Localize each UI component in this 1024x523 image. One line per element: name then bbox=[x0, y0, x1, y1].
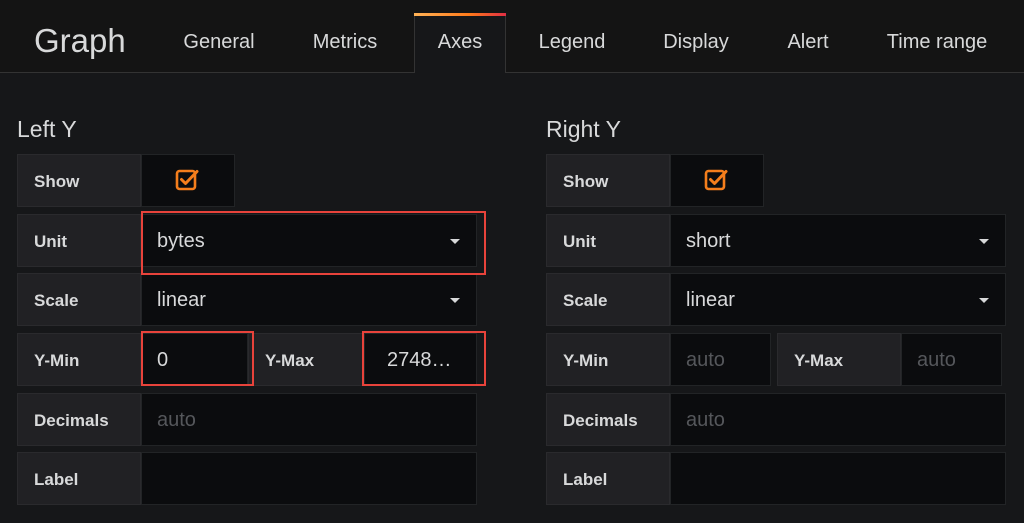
left-y-title: Left Y bbox=[17, 116, 77, 142]
right-scale-label: Scale bbox=[546, 273, 670, 326]
left-label-label: Label bbox=[17, 452, 141, 505]
left-unit-value: bytes bbox=[157, 230, 205, 252]
right-ymin-input[interactable]: auto bbox=[670, 333, 771, 386]
right-y-title: Right Y bbox=[546, 116, 622, 142]
left-ymin-input[interactable]: 0 bbox=[141, 333, 248, 386]
left-ymax-label: Y-Max bbox=[248, 333, 364, 386]
tab-display[interactable]: Display bbox=[650, 14, 742, 72]
right-ymax-input[interactable]: auto bbox=[901, 333, 1002, 386]
chevron-down-icon bbox=[979, 298, 989, 303]
right-scale-value: linear bbox=[686, 289, 735, 311]
left-scale-value: linear bbox=[157, 289, 206, 311]
chevron-down-icon bbox=[450, 298, 460, 303]
left-unit-label: Unit bbox=[17, 214, 141, 267]
right-scale-select[interactable]: linear bbox=[670, 273, 1006, 326]
checkbox-checked-icon bbox=[704, 169, 728, 191]
panel-title: Graph bbox=[34, 22, 126, 59]
right-unit-value: short bbox=[686, 230, 731, 252]
right-show-label: Show bbox=[546, 154, 670, 207]
left-label-input[interactable] bbox=[141, 452, 477, 505]
right-show-checkbox[interactable] bbox=[670, 154, 764, 207]
chevron-down-icon bbox=[979, 239, 989, 244]
tab-legend[interactable]: Legend bbox=[526, 14, 618, 72]
left-ymax-input[interactable]: 2748… bbox=[364, 333, 477, 386]
right-label-label: Label bbox=[546, 452, 670, 505]
left-decimals-input[interactable]: auto bbox=[141, 393, 477, 446]
right-decimals-label: Decimals bbox=[546, 393, 670, 446]
left-scale-select[interactable]: linear bbox=[141, 273, 477, 326]
left-unit-select[interactable]: bytes bbox=[141, 214, 477, 267]
right-ymin-label: Y-Min bbox=[546, 333, 670, 386]
chevron-down-icon bbox=[450, 239, 460, 244]
tab-general[interactable]: General bbox=[170, 14, 268, 72]
tab-metrics[interactable]: Metrics bbox=[296, 14, 394, 72]
right-ymax-label: Y-Max bbox=[777, 333, 901, 386]
right-unit-label: Unit bbox=[546, 214, 670, 267]
panel-editor-header: Graph General Metrics Axes Legend Displa… bbox=[0, 0, 1024, 73]
left-show-label: Show bbox=[17, 154, 141, 207]
right-label-input[interactable] bbox=[670, 452, 1006, 505]
tab-alert[interactable]: Alert bbox=[772, 14, 844, 72]
left-decimals-label: Decimals bbox=[17, 393, 141, 446]
left-show-checkbox[interactable] bbox=[141, 154, 235, 207]
tab-axes[interactable]: Axes bbox=[414, 13, 506, 73]
right-decimals-input[interactable]: auto bbox=[670, 393, 1006, 446]
left-scale-label: Scale bbox=[17, 273, 141, 326]
left-ymin-label: Y-Min bbox=[17, 333, 141, 386]
tab-time-range[interactable]: Time range bbox=[872, 14, 1002, 72]
right-unit-select[interactable]: short bbox=[670, 214, 1006, 267]
checkbox-checked-icon bbox=[175, 169, 199, 191]
